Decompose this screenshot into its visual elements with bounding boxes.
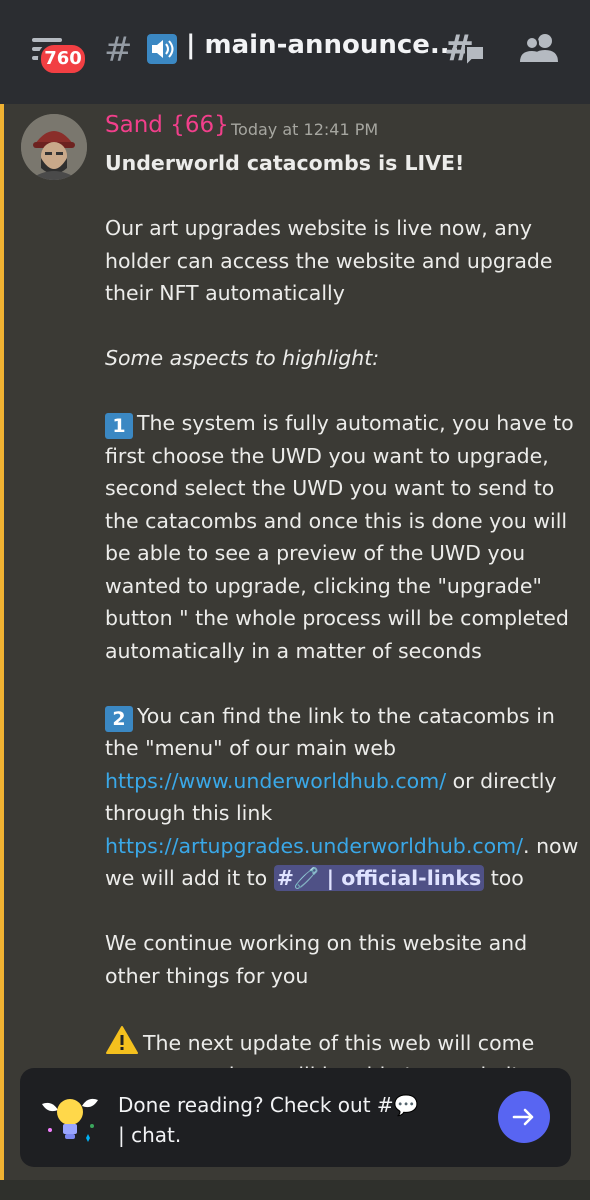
message: Sand {66} Today at 12:41 PM Underworld c…	[0, 104, 590, 1200]
warning-icon	[106, 1025, 138, 1054]
channel-title[interactable]: | main-announce...	[186, 30, 460, 60]
speaker-icon	[147, 34, 177, 64]
keycap-2-icon: 2	[105, 705, 133, 732]
paragraph: Our art upgrades website is live now, an…	[105, 216, 553, 305]
threads-icon[interactable]: #	[444, 28, 486, 68]
message-body: Underworld catacombs is LIVE! Our art up…	[105, 147, 581, 1124]
point-1-text: The system is fully automatic, you have …	[105, 411, 574, 663]
avatar-image	[21, 114, 87, 180]
channel-mention[interactable]: #🧷 | official-links	[273, 865, 485, 891]
message-title: Underworld catacombs is LIVE!	[105, 151, 465, 175]
point-2-text-d: too	[490, 866, 524, 890]
upgrades-website-link[interactable]: https://artupgrades.underworldhub.com/	[105, 834, 523, 858]
avatar[interactable]	[21, 114, 87, 180]
go-to-channel-button[interactable]	[498, 1091, 550, 1143]
members-icon[interactable]	[520, 32, 560, 64]
arrow-right-icon	[512, 1108, 534, 1126]
bottom-edge	[0, 1180, 590, 1200]
done-reading-prompt[interactable]: Done reading? Check out #💬 | chat.	[20, 1068, 571, 1167]
keycap-1-icon: 1	[105, 413, 133, 439]
hash-icon: #	[104, 30, 133, 70]
message-timestamp: Today at 12:41 PM	[231, 120, 379, 139]
prompt-text-prefix: Done reading? Check out #💬	[118, 1093, 419, 1117]
paragraph: We continue working on this website and …	[105, 931, 528, 988]
point-2: 2 You can find the link to the catacombs …	[105, 700, 581, 895]
point-2-text-a: You can find the link to the catacombs i…	[105, 703, 555, 761]
top-bar: 760 # | main-announce... #	[0, 0, 590, 104]
prompt-text-suffix[interactable]: | chat.	[118, 1123, 181, 1147]
prompt-text: Done reading? Check out #💬 | chat.	[118, 1090, 428, 1150]
unread-badge: 760	[38, 42, 88, 76]
aspects-heading: Some aspects to highlight:	[105, 346, 380, 370]
point-1: 1 The system is fully automatic, you have…	[105, 407, 581, 667]
lightbulb-mascot-icon	[42, 1098, 98, 1142]
author-name[interactable]: Sand {66}	[105, 112, 229, 138]
main-website-link[interactable]: https://www.underworldhub.com/	[105, 769, 446, 793]
